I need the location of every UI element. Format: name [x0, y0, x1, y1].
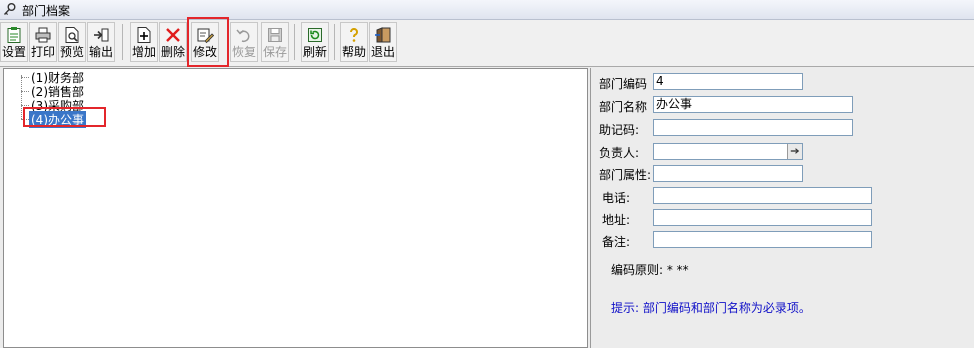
name-input[interactable]: 办公事	[653, 96, 853, 113]
exit-button-label: 退出	[370, 45, 395, 59]
undo-icon	[236, 29, 250, 43]
printer-icon	[35, 27, 51, 43]
title-bar: 部门档案	[0, 0, 974, 20]
restore-button-label: 恢复	[231, 45, 256, 59]
clipboard-icon	[7, 27, 21, 43]
setup-button-label: 设置	[1, 45, 26, 59]
print-button-label: 打印	[30, 45, 55, 59]
remark-input[interactable]	[653, 231, 872, 248]
address-label: 地址:	[602, 213, 631, 227]
toolbar-separator	[334, 24, 335, 60]
save-button[interactable]: 保存	[261, 22, 289, 62]
key-icon	[3, 3, 16, 16]
red-x-icon	[166, 28, 180, 42]
export-icon	[94, 28, 109, 42]
exit-button[interactable]: 退出	[369, 22, 397, 62]
toolbar-separator	[122, 24, 123, 60]
mnemonic-input[interactable]	[653, 119, 853, 136]
setup-button[interactable]: 设置	[0, 22, 28, 62]
name-label: 部门名称	[599, 100, 648, 114]
pane-splitter[interactable]	[590, 68, 591, 348]
help-button[interactable]: 帮助	[340, 22, 368, 62]
address-input[interactable]	[653, 209, 872, 226]
required-fields-hint: 提示: 部门编码和部门名称为必录项。	[611, 301, 811, 315]
modify-button[interactable]: 修改	[191, 22, 219, 62]
export-button[interactable]: 输出	[87, 22, 115, 62]
tree-connector-line	[21, 75, 22, 119]
delete-button-label: 删除	[160, 45, 185, 59]
refresh-button-label: 刷新	[302, 45, 327, 59]
tree-branch	[21, 105, 29, 106]
add-button[interactable]: 增加	[130, 22, 158, 62]
restore-button[interactable]: 恢复	[230, 22, 258, 62]
coding-rule-text: 编码原则: * **	[611, 263, 689, 277]
preview-icon	[65, 27, 79, 43]
attribute-input[interactable]	[653, 165, 803, 182]
attribute-label: 部门属性:	[599, 168, 652, 182]
add-doc-icon	[137, 27, 151, 43]
save-button-label: 保存	[262, 45, 287, 59]
refresh-icon	[308, 28, 322, 42]
phone-label: 电话:	[602, 191, 631, 205]
help-button-label: 帮助	[341, 45, 366, 59]
phone-input[interactable]	[653, 187, 872, 204]
tree-item-label: (4)办公事	[29, 111, 86, 128]
manager-label: 负责人:	[599, 146, 640, 160]
department-tree[interactable]: (1)财务部 (2)销售部 (3)采购部 (4)办公事	[3, 68, 588, 348]
toolbar-separator	[294, 24, 295, 60]
add-button-label: 增加	[131, 45, 156, 59]
modify-button-label: 修改	[192, 45, 217, 59]
window-title: 部门档案	[22, 4, 71, 18]
tree-branch	[21, 77, 29, 78]
preview-button[interactable]: 预览	[58, 22, 86, 62]
code-input[interactable]: 4	[653, 73, 803, 90]
preview-button-label: 预览	[59, 45, 84, 59]
delete-button[interactable]: 删除	[159, 22, 187, 62]
help-icon	[349, 28, 358, 42]
manager-select[interactable]	[653, 143, 803, 160]
export-button-label: 输出	[88, 45, 113, 59]
exit-door-icon	[375, 27, 391, 43]
edit-icon	[197, 28, 214, 44]
remark-label: 备注:	[602, 235, 631, 249]
mnemonic-label: 助记码:	[599, 123, 640, 137]
toolbar: 设置 打印 预览 输出 增加 删除 修改 恢复 保存 刷新 帮助 退出	[0, 17, 974, 67]
floppy-icon	[268, 28, 282, 42]
code-label: 部门编码	[599, 77, 648, 91]
lookup-button[interactable]	[787, 144, 802, 159]
lookup-arrow-icon	[790, 148, 800, 154]
print-button[interactable]: 打印	[29, 22, 57, 62]
tree-branch	[21, 91, 29, 92]
refresh-button[interactable]: 刷新	[301, 22, 329, 62]
department-archive-window: 部门档案 设置 打印 预览 输出 增加 删除 修改 恢复 保存 刷新 帮助 退出…	[0, 0, 974, 348]
tree-branch	[21, 119, 29, 120]
department-detail-form: 部门编码 4 部门名称 办公事 助记码: 负责人: 部门属性: 电话: 地址: …	[592, 68, 974, 348]
